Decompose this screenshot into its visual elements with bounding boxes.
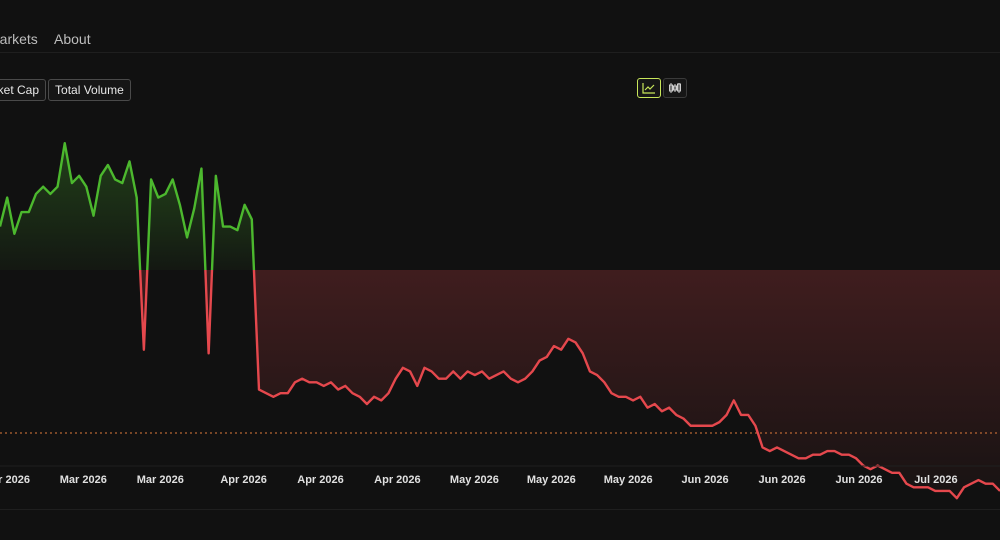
x-tick-label: Mar 2026: [137, 474, 184, 486]
price-chart[interactable]: Mar 2026 Mar 2026 Mar 2026 Apr 2026 Apr 2026…: [0, 0, 1000, 539]
x-tick-label: May 2026: [527, 474, 576, 486]
x-tick-label: Jun 2026: [759, 474, 806, 486]
footer-bar: [0, 509, 1000, 540]
x-tick-label: Apr 2026: [297, 474, 343, 486]
area-below-baseline-5: [253, 270, 1000, 499]
x-axis-labels: Mar 2026 Mar 2026 Mar 2026 Apr 2026 Apr 2026…: [0, 474, 958, 486]
area-above-baseline-0: [0, 143, 141, 270]
area-above-baseline-2: [147, 168, 206, 270]
x-tick-label: Apr 2026: [220, 474, 266, 486]
x-tick-label: Apr 2026: [374, 474, 420, 486]
x-tick-label: Mar 2026: [60, 474, 107, 486]
x-tick-label: Jun 2026: [835, 474, 882, 486]
x-tick-label: Mar 2026: [0, 474, 30, 486]
x-tick-label: Jun 2026: [682, 474, 729, 486]
x-tick-label: May 2026: [604, 474, 653, 486]
x-tick-label: May 2026: [450, 474, 499, 486]
x-tick-label: Jul 2026: [914, 474, 957, 486]
